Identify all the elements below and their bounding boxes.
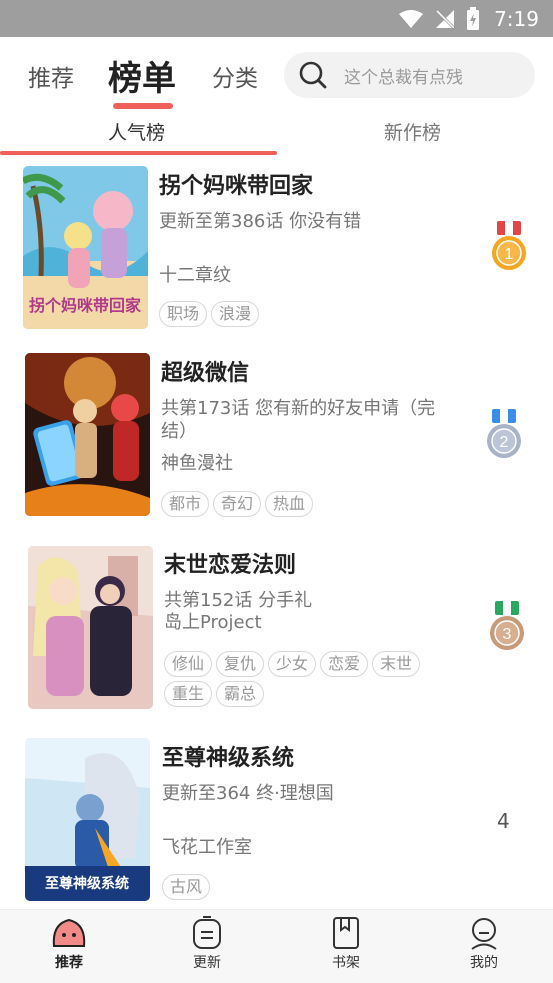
- bottom-tab-label: 书架: [332, 955, 360, 971]
- comic-cover[interactable]: 至尊神级系统: [25, 738, 150, 901]
- search-placeholder: 这个总裁有点残: [344, 67, 463, 88]
- comic-update: 共第173话 您有新的好友申请（完结）: [161, 398, 436, 442]
- status-bar: 7:19: [0, 0, 553, 37]
- bottom-tab-label: 推荐: [55, 955, 83, 971]
- comic-cover[interactable]: [25, 353, 150, 516]
- active-tab-indicator: [113, 103, 173, 109]
- comic-author: 岛上Project: [164, 612, 262, 633]
- tag[interactable]: 职场: [159, 301, 208, 327]
- tag[interactable]: 浪漫: [211, 301, 260, 327]
- bronze-medal-icon: 3: [490, 601, 524, 650]
- tab-popular-ranking[interactable]: 人气榜: [108, 118, 165, 145]
- comic-cover[interactable]: [28, 546, 153, 709]
- ranking-sub-tabs: 人气榜 新作榜: [0, 113, 553, 157]
- silver-medal-icon: 2: [487, 409, 521, 458]
- comic-info: 超级微信 共第173话 您有新的好友申请（完结） 神鱼漫社 都市 奇幻 热血: [161, 355, 461, 517]
- tag[interactable]: 都市: [161, 491, 210, 517]
- gold-medal-icon: 1: [492, 221, 526, 270]
- cover-title-art: 拐个妈咪带回家: [29, 296, 142, 315]
- tag[interactable]: 奇幻: [213, 491, 262, 517]
- cover-title-art: 至尊神级系统: [45, 875, 129, 891]
- bottom-tab-recommend[interactable]: 推荐: [29, 916, 109, 972]
- list-item[interactable]: 拐个妈咪带回家 拐个妈咪带回家 更新至第386话 你没有错 十二章纹 职场 浪漫…: [0, 157, 553, 345]
- rank-number: 1: [505, 246, 514, 263]
- tag[interactable]: 末世: [372, 651, 421, 677]
- comic-info: 至尊神级系统 更新至364 终·理想国 飞花工作室 古风: [162, 740, 462, 900]
- comic-title: 至尊神级系统: [162, 746, 295, 771]
- comic-tags: 职场 浪漫: [159, 301, 449, 327]
- comic-tags: 修仙 复仇 少女 恋爱 末世 重生 霸总: [164, 651, 454, 707]
- comic-info: 拐个妈咪带回家 更新至第386话 你没有错 十二章纹 职场 浪漫: [159, 168, 459, 327]
- tab-new-works-ranking[interactable]: 新作榜: [384, 118, 441, 145]
- comic-title: 拐个妈咪带回家: [159, 174, 314, 199]
- battery-charging-icon: [467, 6, 480, 30]
- comic-cover[interactable]: 拐个妈咪带回家: [23, 166, 148, 329]
- comic-author: 飞花工作室: [162, 837, 252, 858]
- tag[interactable]: 热血: [265, 491, 314, 517]
- comic-author: 十二章纹: [159, 265, 231, 286]
- search-icon: [299, 61, 327, 89]
- comic-update: 更新至364 终·理想国: [162, 783, 334, 804]
- comic-update: 更新至第386话 你没有错: [159, 211, 362, 232]
- comic-author: 神鱼漫社: [161, 453, 233, 474]
- comic-tags: 都市 奇幻 热血: [161, 491, 451, 517]
- wifi-icon: [399, 9, 424, 28]
- tab-ranking[interactable]: 榜单: [108, 51, 176, 100]
- rank-number: 2: [500, 434, 509, 451]
- search-box[interactable]: 这个总裁有点残: [284, 52, 535, 98]
- comic-ranking-list: 拐个妈咪带回家 拐个妈咪带回家 更新至第386话 你没有错 十二章纹 职场 浪漫…: [0, 157, 553, 909]
- tab-category[interactable]: 分类: [212, 59, 258, 93]
- tag[interactable]: 霸总: [216, 681, 265, 707]
- comic-info: 末世恋爱法则 共第152话 分手礼 岛上Project 修仙 复仇 少女 恋爱 …: [164, 547, 464, 707]
- tag[interactable]: 重生: [164, 681, 213, 707]
- rank-number: 3: [503, 626, 512, 643]
- bottom-nav: 推荐 更新 书架 我的: [0, 909, 553, 983]
- bottom-tab-label: 更新: [193, 955, 221, 971]
- rank-number: 4: [497, 809, 510, 833]
- recommend-icon: [52, 918, 86, 947]
- bottom-tab-label: 我的: [470, 955, 498, 971]
- list-item[interactable]: 至尊神级系统 至尊神级系统 更新至364 终·理想国 飞花工作室 古风 4: [0, 727, 553, 909]
- bottom-tab-bookshelf[interactable]: 书架: [306, 916, 386, 972]
- list-item[interactable]: 末世恋爱法则 共第152话 分手礼 岛上Project 修仙 复仇 少女 恋爱 …: [0, 533, 553, 721]
- top-nav: 推荐 榜单 分类 这个总裁有点残: [0, 37, 553, 113]
- comic-title: 超级微信: [161, 361, 250, 386]
- bottom-tab-profile[interactable]: 我的: [444, 916, 524, 972]
- bottom-tab-updates[interactable]: 更新: [167, 916, 247, 972]
- tag[interactable]: 复仇: [216, 651, 265, 677]
- tag[interactable]: 恋爱: [320, 651, 369, 677]
- tag[interactable]: 修仙: [164, 651, 213, 677]
- profile-icon: [471, 918, 497, 950]
- sub-tab-indicator: [0, 151, 277, 155]
- list-item[interactable]: 超级微信 共第173话 您有新的好友申请（完结） 神鱼漫社 都市 奇幻 热血 2: [0, 345, 553, 533]
- comic-tags: 古风: [162, 874, 452, 900]
- comic-title: 末世恋爱法则: [164, 553, 297, 578]
- no-signal-icon: [436, 9, 455, 28]
- updates-icon: [193, 916, 221, 949]
- tag[interactable]: 少女: [268, 651, 317, 677]
- tag[interactable]: 古风: [162, 874, 211, 900]
- tab-recommend[interactable]: 推荐: [28, 59, 74, 93]
- status-time: 7:19: [494, 6, 539, 31]
- bookshelf-icon: [333, 917, 359, 949]
